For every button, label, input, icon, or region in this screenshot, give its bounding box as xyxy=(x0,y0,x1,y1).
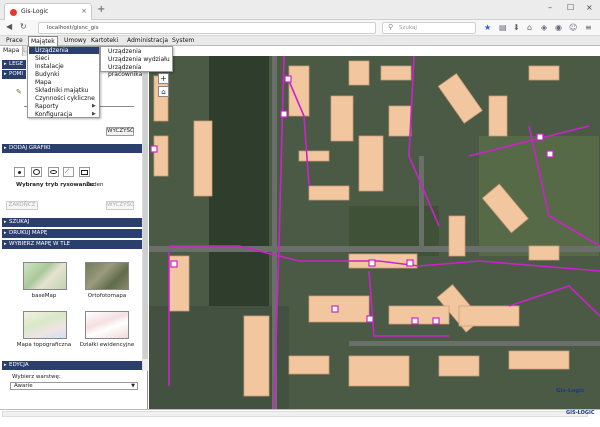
reading-list-icon[interactable]: ▤ xyxy=(499,23,507,32)
browser-search-input[interactable]: ⚲ Szukaj xyxy=(382,22,476,34)
tab-close-icon[interactable]: × xyxy=(81,7,87,15)
url-text: localhost/gisnc_gis xyxy=(47,25,99,31)
ortofotomapa-label: Ortofotomapa xyxy=(87,293,127,299)
map-home-button[interactable]: ⌂ xyxy=(158,86,169,97)
dzialki-thumbnail[interactable] xyxy=(85,311,129,339)
section-pomiary[interactable]: POMI xyxy=(2,70,26,79)
chevron-right-icon: ▶ xyxy=(92,111,96,117)
draw-mode-label: Wybrany tryb rysowania: xyxy=(16,182,95,188)
dropdown-item-skladniki[interactable]: Składniki majątku xyxy=(35,87,88,94)
ellipse-icon xyxy=(50,170,57,174)
section-szukaj[interactable]: SZUKAJ xyxy=(2,218,142,227)
home-icon[interactable]: ⌂ xyxy=(527,23,532,32)
url-bar[interactable]: localhost/gisnc_gis xyxy=(38,22,376,34)
favicon-icon xyxy=(10,9,17,16)
chevron-down-icon: ▼ xyxy=(131,383,135,389)
menu-kartoteki[interactable]: Kartoteki xyxy=(91,37,118,44)
dropdown-item-budynki[interactable]: Budynki xyxy=(35,71,59,78)
panel-scrollbar[interactable] xyxy=(142,59,148,371)
rectangle-icon xyxy=(81,170,88,175)
section-edycja[interactable]: EDYCJA xyxy=(2,361,142,370)
close-window-button[interactable]: × xyxy=(586,3,593,12)
back-icon[interactable]: ◀ xyxy=(6,22,12,31)
urzadzenia-submenu: Urządzenia Urządzenia wydziału Urządzeni… xyxy=(100,46,173,78)
section-wybierz-mape[interactable]: WYBIERZ MAPĘ W TLE xyxy=(2,240,142,249)
maximize-button[interactable]: ☐ xyxy=(567,3,574,12)
draw-ellipse-tool[interactable] xyxy=(48,167,59,177)
extension-icon[interactable]: ◉ xyxy=(555,23,562,32)
new-tab-button[interactable]: + xyxy=(97,4,105,15)
section-dodaj-grafiki[interactable]: DODAJ GRAFIKI xyxy=(2,144,142,153)
basemap-label: baseMap xyxy=(31,293,57,299)
clear-measure-button[interactable]: WYCZYŚĆ xyxy=(106,127,134,136)
dropdown-item-konfiguracja[interactable]: Konfiguracja xyxy=(35,111,72,118)
layer-label: Wybierz warstwę: xyxy=(12,374,61,380)
dropdown-item-instalacje[interactable]: Instalacje xyxy=(35,63,64,70)
pocket-icon[interactable]: ◈ xyxy=(541,23,547,32)
topo-label: Mapa topograficzna xyxy=(16,342,72,348)
menu-umowy[interactable]: Umowy xyxy=(64,37,86,44)
finish-drawing-button[interactable]: ZAKOŃCZ xyxy=(6,201,38,210)
point-icon xyxy=(18,171,21,174)
draw-circle-tool[interactable] xyxy=(31,167,42,177)
dzialki-label: Działki ewidencyjne xyxy=(79,342,135,348)
menu-administracja[interactable]: Administracja xyxy=(127,37,168,44)
section-drukuj[interactable]: DRUKUJ MAPĘ xyxy=(2,229,142,238)
basemap-thumbnail[interactable] xyxy=(23,262,67,290)
horizontal-scrollbar[interactable] xyxy=(2,411,588,417)
reload-icon[interactable]: ↻ xyxy=(20,22,27,31)
layer-select-value: Awarie xyxy=(14,383,33,389)
dropdown-item-sieci[interactable]: Sieci xyxy=(35,55,49,62)
draw-rectangle-tool[interactable] xyxy=(79,167,90,177)
submenu-urzadzenia[interactable]: Urządzenia xyxy=(108,48,141,55)
bookmark-star-icon[interactable]: ★ xyxy=(484,23,491,32)
browser-tab[interactable]: Gis-Logic × xyxy=(4,3,92,20)
topo-thumbnail[interactable] xyxy=(23,311,67,339)
tab-title: Gis-Logic xyxy=(21,8,49,15)
submenu-urzadzenia-pracownika[interactable]: Urządzenia pracownika xyxy=(108,64,172,78)
search-icon: ⚲ xyxy=(388,23,394,31)
footer-brand-logo: GIS-LOGIC xyxy=(566,410,595,416)
ruler-icon[interactable]: ✎ xyxy=(16,88,22,96)
draw-mode-value: Żaden xyxy=(86,182,104,188)
chevron-right-icon: ▶ xyxy=(92,103,96,109)
section-legend[interactable]: LEGE xyxy=(2,60,26,69)
minimize-button[interactable]: – xyxy=(548,3,552,12)
menu-system[interactable]: System xyxy=(172,37,194,44)
submenu-urzadzenia-wydzialu[interactable]: Urządzenia wydziału xyxy=(108,56,170,63)
browser-nav-bar: ◀ ↻ localhost/gisnc_gis ⚲ Szukaj ★ ▤ ⬇ ⌂… xyxy=(0,20,600,36)
sync-icon[interactable]: ☺ xyxy=(569,23,577,32)
layer-select[interactable]: Awarie ▼ xyxy=(10,382,138,390)
map-logo: Gis-Logic xyxy=(556,388,585,394)
ortofotomapa-thumbnail[interactable] xyxy=(85,262,129,290)
map-view[interactable] xyxy=(149,56,600,409)
dropdown-item-mapa[interactable]: Mapa xyxy=(35,79,51,86)
circle-icon xyxy=(33,169,40,175)
search-placeholder: Szukaj xyxy=(399,25,417,31)
panel-scroll-thumb[interactable] xyxy=(143,69,148,359)
clear-drawing-button[interactable]: WYCZYŚĆ xyxy=(106,201,134,210)
aerial-map xyxy=(149,56,600,409)
download-icon[interactable]: ⬇ xyxy=(513,23,520,32)
majatek-dropdown: Urządzenia Sieci Instalacje Budynki Mapa… xyxy=(27,46,100,118)
hamburger-menu-icon[interactable]: ≡ xyxy=(585,23,592,32)
app-menu-bar: Prace Majątek Umowy Kartoteki Administra… xyxy=(0,36,600,46)
polyline-icon: ⟋ xyxy=(65,168,70,175)
dropdown-item-urzadzenia[interactable]: Urządzenia xyxy=(29,47,99,54)
browser-tab-bar: Gis-Logic × + – ☐ × xyxy=(0,0,600,20)
draw-line-tool[interactable]: ⟋ xyxy=(63,167,74,177)
menu-majatek[interactable]: Majątek xyxy=(28,36,58,46)
draw-point-tool[interactable] xyxy=(14,167,25,177)
dropdown-item-czynnosci[interactable]: Czynności cykliczne xyxy=(35,95,95,102)
menu-prace[interactable]: Prace xyxy=(6,37,23,44)
dropdown-item-raporty[interactable]: Raporty xyxy=(35,103,59,110)
